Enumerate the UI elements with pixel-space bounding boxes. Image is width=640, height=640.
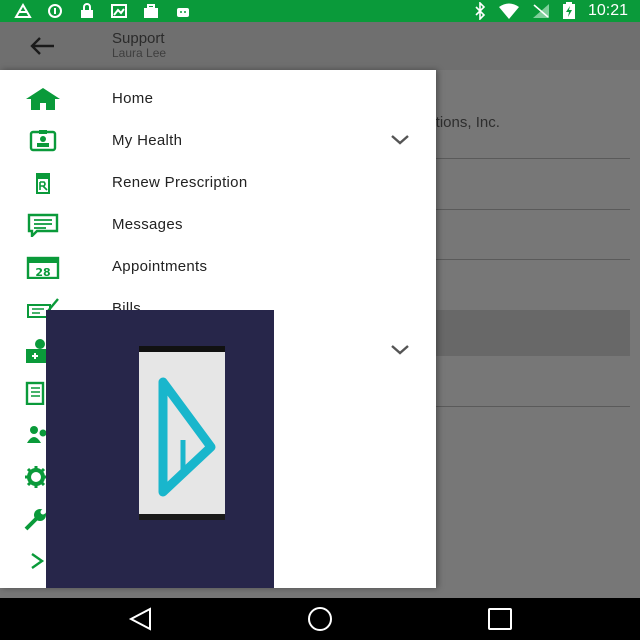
drawer-item-label: My Health bbox=[112, 132, 183, 149]
drawer-item-home[interactable]: Home bbox=[0, 78, 436, 120]
bluetooth-icon bbox=[475, 2, 486, 20]
drawer-item-my-health[interactable]: My Health bbox=[0, 120, 436, 162]
logo-overlay bbox=[46, 310, 274, 588]
divider bbox=[436, 259, 630, 260]
signal-icon bbox=[14, 3, 32, 19]
image-icon bbox=[110, 3, 128, 19]
back-arrow-icon[interactable] bbox=[28, 34, 56, 58]
calendar-day-text: 28 bbox=[35, 266, 50, 279]
status-left-icons bbox=[14, 2, 192, 20]
app-logo-triangle-icon bbox=[158, 377, 216, 497]
app-bar: Support Laura Lee bbox=[0, 22, 640, 70]
back-nav-icon[interactable] bbox=[126, 606, 156, 632]
drawer-item-messages[interactable]: Messages bbox=[0, 204, 436, 246]
message-icon bbox=[27, 213, 59, 237]
home-icon bbox=[26, 88, 60, 110]
divider bbox=[436, 158, 630, 159]
page-subtitle: Laura Lee bbox=[112, 46, 167, 60]
battery-icon bbox=[562, 2, 575, 19]
system-nav-bar bbox=[0, 598, 640, 640]
status-time: 10:21 bbox=[587, 2, 628, 19]
briefcase-icon bbox=[142, 3, 160, 19]
drawer-item-label: Messages bbox=[112, 216, 183, 233]
home-nav-icon[interactable] bbox=[305, 606, 335, 632]
recents-nav-icon[interactable] bbox=[485, 606, 515, 632]
calendar-icon: 28 bbox=[26, 256, 60, 279]
android-icon bbox=[174, 3, 192, 19]
drawer-item-label: Renew Prescription bbox=[112, 174, 248, 191]
drawer-item-label: Appointments bbox=[112, 258, 208, 275]
drawer-item-appointments[interactable]: 28 Appointments bbox=[0, 246, 436, 288]
info-icon bbox=[46, 3, 64, 19]
divider bbox=[436, 209, 630, 210]
chevron-down-icon[interactable] bbox=[390, 343, 410, 357]
background-row bbox=[436, 310, 630, 356]
page-title: Support bbox=[112, 30, 165, 47]
status-bar: 10:21 bbox=[0, 0, 640, 22]
id-card-icon bbox=[29, 130, 57, 152]
lock-icon bbox=[78, 3, 96, 19]
prescription-icon bbox=[36, 173, 50, 194]
divider bbox=[436, 406, 630, 407]
wifi-icon bbox=[498, 3, 519, 19]
status-right-icons: 10:21 bbox=[474, 1, 628, 21]
no-signal-icon bbox=[532, 4, 549, 18]
logo-card bbox=[139, 346, 225, 520]
drawer-item-label: Home bbox=[112, 90, 154, 107]
drawer-item-renew-prescription[interactable]: Renew Prescription bbox=[0, 162, 436, 204]
chevron-down-icon[interactable] bbox=[390, 133, 410, 147]
